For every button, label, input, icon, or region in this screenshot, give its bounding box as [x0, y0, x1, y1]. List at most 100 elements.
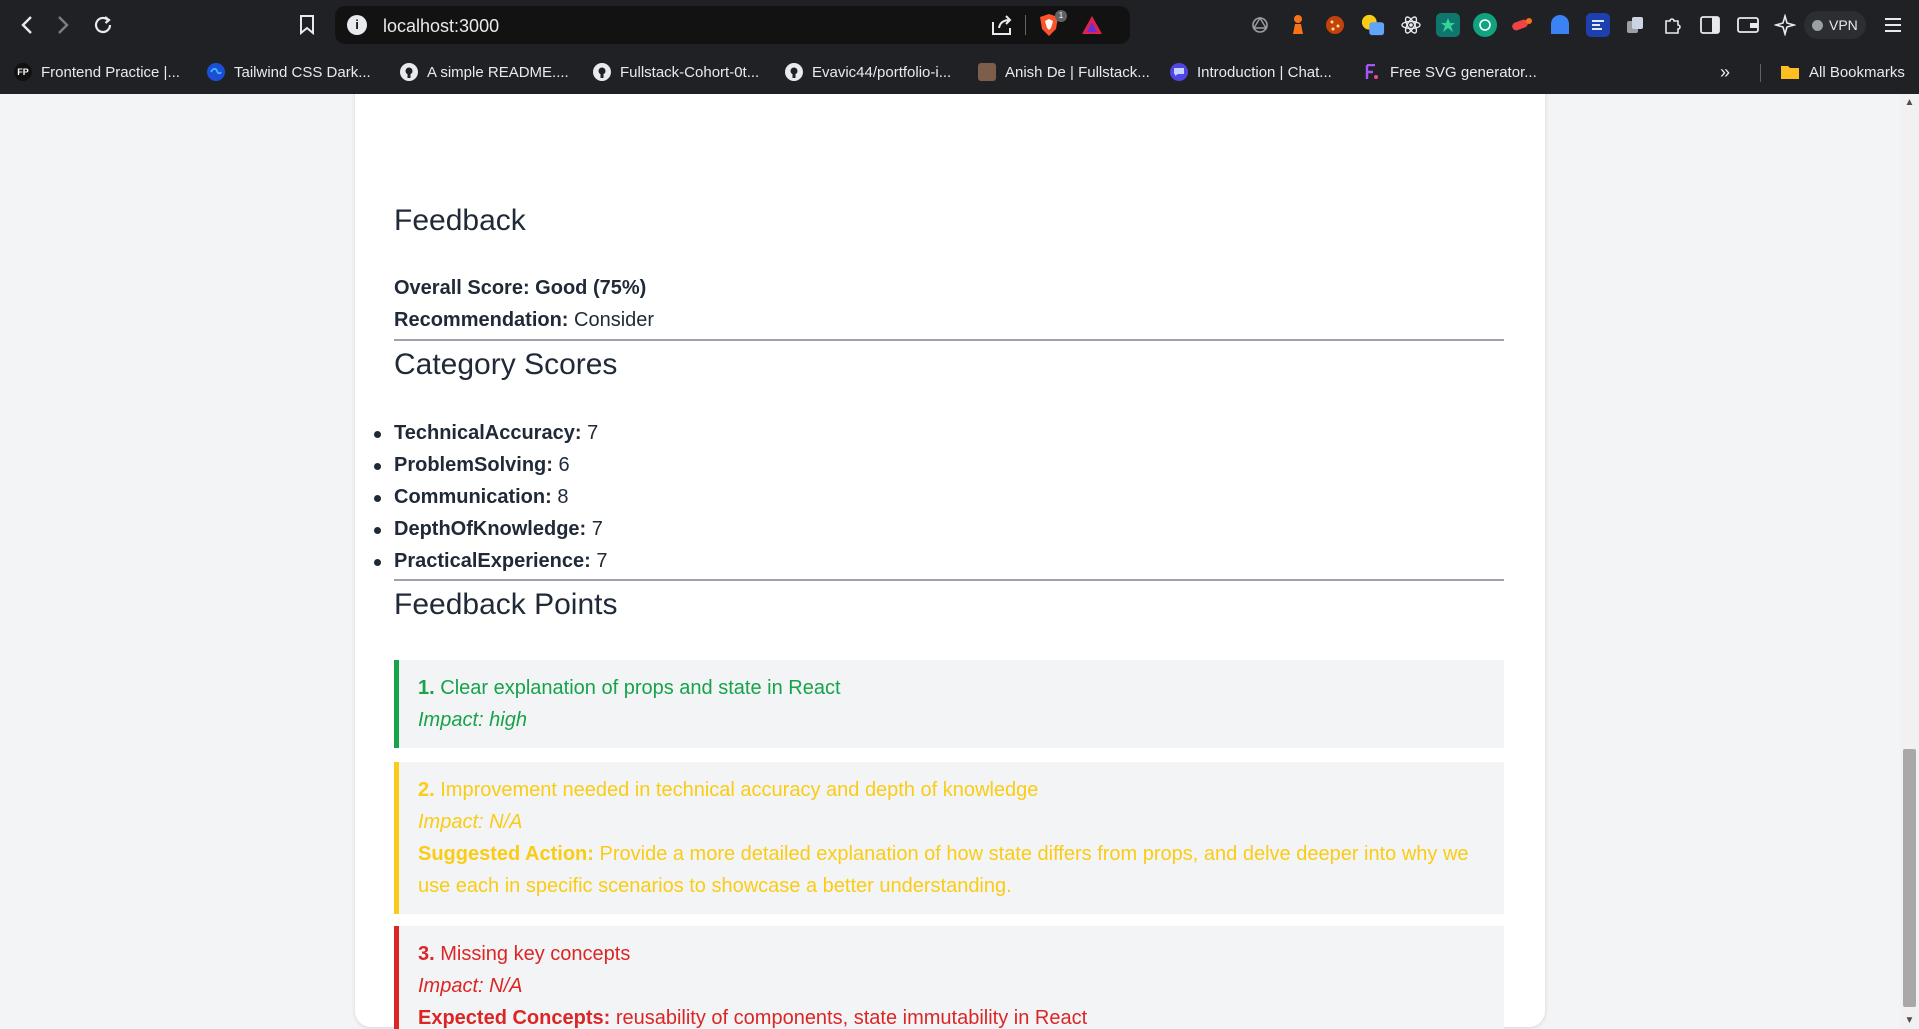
bookmark-label: Frontend Practice |...: [41, 63, 180, 81]
bookmark-item[interactable]: Anish De | Fullstack...: [978, 60, 1150, 84]
address-bar-divider: [1025, 15, 1026, 35]
page-viewport: Feedback Overall Score: Good (75%) Recom…: [0, 94, 1900, 1029]
feedback-point-text: Improvement needed in technical accuracy…: [440, 779, 1039, 801]
wallet-icon[interactable]: [1736, 13, 1760, 37]
category-score: 6: [558, 454, 570, 476]
category-score: 7: [587, 422, 599, 444]
react-devtools-icon[interactable]: [1399, 13, 1423, 37]
feedback-title: Feedback: [394, 204, 526, 237]
postman-extension-icon[interactable]: [1510, 13, 1534, 37]
vpn-button[interactable]: VPN: [1804, 11, 1866, 39]
bullet-icon: [374, 559, 381, 566]
avatar-icon: [978, 63, 996, 81]
bookmark-item[interactable]: FP Frontend Practice |...: [14, 60, 180, 84]
recommendation-value: Consider: [574, 309, 655, 331]
more-bookmarks-icon[interactable]: »: [1720, 62, 1730, 83]
extension-icon[interactable]: [1248, 13, 1272, 37]
category-scores-title: Category Scores: [394, 348, 618, 381]
category-score: 7: [591, 518, 603, 540]
overall-score: Overall Score: Good (75%): [394, 277, 646, 300]
chat-icon: [1170, 63, 1188, 81]
feedback-point-heading: 1. Clear explanation of props and state …: [418, 672, 1504, 704]
bookmarks-divider: [1760, 64, 1761, 82]
list-item: Communication: 8: [374, 486, 569, 509]
translate-extension-icon[interactable]: [1586, 13, 1610, 37]
profile-extension-icon[interactable]: [1361, 13, 1385, 37]
scrollbar-thumb[interactable]: [1903, 749, 1916, 1007]
scroll-up-arrow-icon[interactable]: ▲: [1900, 94, 1919, 111]
feedback-point-impact: Impact: high: [418, 709, 527, 731]
expected-concepts-label: Expected Concepts:: [418, 1007, 611, 1029]
feedback-point-text: Clear explanation of props and state in …: [440, 677, 841, 699]
leo-ai-icon[interactable]: [1773, 13, 1797, 37]
bookmark-label: Evavic44/portfolio-i...: [812, 63, 952, 81]
tailwind-icon: [207, 63, 225, 81]
bookmark-item[interactable]: Evavic44/portfolio-i...: [785, 60, 951, 84]
list-item: ProblemSolving: 6: [374, 454, 570, 477]
sidebar-toggle-icon[interactable]: [1698, 13, 1722, 37]
chess-extension-icon[interactable]: [1286, 13, 1310, 37]
browser-toolbar: i localhost:3000 1 VPN: [0, 0, 1919, 50]
bookmark-item[interactable]: Free SVG generator...: [1363, 60, 1537, 84]
bullet-icon: [374, 463, 381, 470]
site-info-icon[interactable]: i: [347, 15, 367, 35]
all-bookmarks-button[interactable]: All Bookmarks: [1780, 60, 1905, 84]
share-icon[interactable]: [990, 14, 1014, 36]
suggested-action: Suggested Action: Provide a more detaile…: [418, 838, 1504, 902]
bookmark-item[interactable]: Tailwind CSS Dark...: [207, 60, 371, 84]
back-button[interactable]: [12, 10, 42, 40]
bullet-icon: [374, 527, 381, 534]
expected-concepts: Expected Concepts: reusability of compon…: [418, 1002, 1504, 1029]
brave-rewards-icon[interactable]: [1080, 14, 1104, 36]
vpn-status-icon: [1812, 19, 1823, 31]
section-divider: [394, 339, 1504, 341]
bookmark-item[interactable]: Introduction | Chat...: [1170, 60, 1332, 84]
feedback-point-missing: 3. Missing key concepts Impact: N/A Expe…: [394, 926, 1504, 1029]
feedback-point-heading: 2. Improvement needed in technical accur…: [418, 774, 1504, 806]
bookmark-label: Anish De | Fullstack...: [1005, 63, 1150, 81]
feedback-point-number: 3.: [418, 943, 435, 965]
category-score: 8: [557, 486, 569, 508]
feedback-point-impact: Impact: N/A: [418, 975, 523, 997]
reload-button[interactable]: [88, 10, 118, 40]
chatgpt-extension-icon[interactable]: [1473, 13, 1497, 37]
menu-icon[interactable]: [1881, 13, 1905, 37]
list-item: TechnicalAccuracy: 7: [374, 422, 599, 445]
shield-count-badge: 1: [1055, 10, 1067, 22]
feedback-point-impact: Impact: N/A: [418, 811, 523, 833]
all-bookmarks-label: All Bookmarks: [1809, 63, 1905, 81]
star-extension-icon[interactable]: [1436, 13, 1460, 37]
copy-extension-icon[interactable]: [1623, 13, 1647, 37]
github-icon: [785, 63, 803, 81]
recommendation: Recommendation: Consider: [394, 309, 654, 332]
bookmark-item[interactable]: A simple README....: [400, 60, 569, 84]
forward-button[interactable]: [48, 10, 78, 40]
feedback-point-number: 2.: [418, 779, 435, 801]
category-name: PracticalExperience:: [394, 550, 591, 572]
bookmark-page-button[interactable]: [292, 10, 322, 40]
category-name: Communication:: [394, 486, 552, 508]
github-icon: [400, 63, 418, 81]
bookmarks-bar: FP Frontend Practice |... Tailwind CSS D…: [0, 50, 1919, 94]
bookmark-label: Tailwind CSS Dark...: [234, 63, 371, 81]
bookmark-item[interactable]: Fullstack-Cohort-0t...: [593, 60, 759, 84]
expected-concepts-text: reusability of components, state immutab…: [615, 1007, 1088, 1029]
recommendation-label: Recommendation:: [394, 309, 569, 331]
svg-icon: [1363, 63, 1381, 81]
reload-icon: [94, 16, 112, 34]
url-text[interactable]: localhost:3000: [383, 16, 499, 37]
list-item: DepthOfKnowledge: 7: [374, 518, 603, 541]
category-name: DepthOfKnowledge:: [394, 518, 587, 540]
bookmark-label: A simple README....: [427, 63, 569, 81]
address-bar[interactable]: i localhost:3000 1: [335, 6, 1130, 44]
section-divider: [394, 579, 1504, 581]
scroll-down-arrow-icon[interactable]: ▼: [1900, 1012, 1919, 1029]
list-item: PracticalExperience: 7: [374, 550, 607, 573]
extensions-puzzle-icon[interactable]: [1661, 13, 1685, 37]
page-scrollbar[interactable]: ▲ ▼: [1900, 94, 1919, 1029]
bullet-icon: [374, 431, 381, 438]
category-name: ProblemSolving:: [394, 454, 553, 476]
feedback-point-text: Missing key concepts: [440, 943, 631, 965]
ghost-extension-icon[interactable]: [1548, 13, 1572, 37]
cookie-extension-icon[interactable]: [1323, 13, 1347, 37]
